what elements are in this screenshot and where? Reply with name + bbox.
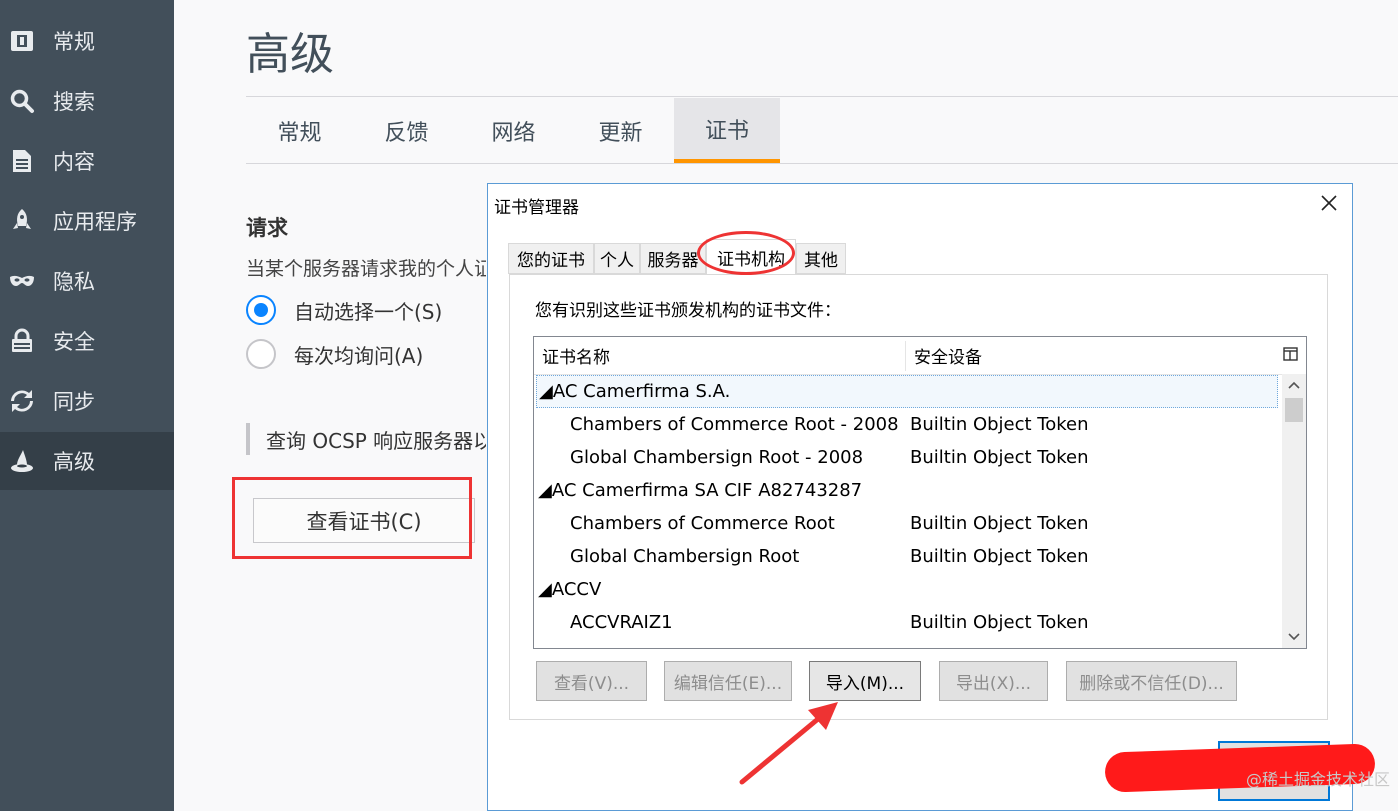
sidebar-item-general[interactable]: 常规 (0, 12, 174, 70)
general-icon (8, 27, 36, 55)
view-button[interactable]: 查看(V)... (536, 661, 647, 701)
cert-device: Builtin Object Token (910, 414, 1089, 435)
tab-network[interactable]: 网络 (460, 98, 567, 163)
delete-distrust-button[interactable]: 删除或不信任(D)... (1066, 661, 1237, 701)
column-picker-button[interactable] (1282, 345, 1300, 363)
tabs-divider-top (246, 96, 1398, 97)
tab-feedback[interactable]: 反馈 (353, 98, 460, 163)
page-title: 高级 (246, 29, 334, 80)
annotation-circle (697, 231, 795, 275)
cert-name: ◢AC Camerfirma SA CIF A82743287 (538, 480, 863, 501)
sidebar-item-label: 高级 (53, 450, 95, 474)
radio-button-checked[interactable] (246, 295, 276, 325)
cert-device: Builtin Object Token (910, 447, 1089, 468)
dialog-tab-servers[interactable]: 服务器 (640, 243, 706, 274)
tree-row[interactable]: Global Chambersign Root Builtin Object T… (534, 540, 1280, 573)
tree-row[interactable]: Chambers of Commerce Root - 2008 Builtin… (534, 408, 1280, 441)
dialog-tab-your-certs[interactable]: 您的证书 (508, 243, 594, 274)
radio-auto-select[interactable]: 自动选择一个(S) (246, 295, 442, 325)
panel-description: 您有识别这些证书颁发机构的证书文件： (535, 301, 841, 321)
cert-name: ACCVRAIZ1 (570, 612, 673, 633)
tree-row[interactable]: Global Chambersign Root - 2008 Builtin O… (534, 441, 1280, 474)
export-button[interactable]: 导出(X)... (939, 661, 1048, 701)
radio-ask-every-time[interactable]: 每次均询问(A) (246, 339, 423, 369)
sidebar-item-label: 隐私 (53, 270, 95, 294)
search-icon (8, 87, 36, 115)
watermark: @稀土掘金技术社区 (1245, 770, 1390, 789)
rocket-icon (8, 207, 36, 235)
tree-row[interactable]: ◢AC Camerfirma S.A. (536, 375, 1278, 408)
tab-certificates[interactable]: 证书 (674, 98, 780, 163)
requests-description: 当某个服务器请求我的个人证书时 (246, 258, 486, 280)
mask-icon (8, 267, 36, 295)
radio-label: 自动选择一个(S) (294, 299, 443, 324)
import-button[interactable]: 导入(M)... (809, 661, 921, 701)
cert-name: ◢AC Camerfirma S.A. (539, 381, 731, 402)
requests-section-title: 请求 (246, 216, 288, 240)
edit-trust-button[interactable]: 编辑信任(E)... (664, 661, 792, 701)
cert-device: Builtin Object Token (910, 546, 1089, 567)
sidebar-item-applications[interactable]: 应用程序 (0, 192, 174, 250)
cert-name: Global Chambersign Root - 2008 (570, 447, 864, 468)
tab-update[interactable]: 更新 (567, 98, 674, 163)
sidebar-item-search[interactable]: 搜索 (0, 72, 174, 130)
sidebar-item-security[interactable]: 安全 (0, 312, 174, 370)
ocsp-checkbox-row[interactable]: 查询 OCSP 响应服务器以确认证书的当前有效性 (246, 423, 486, 455)
column-picker-icon (1283, 347, 1298, 361)
sidebar-item-label: 安全 (53, 330, 95, 354)
tree-row[interactable]: ◢AC Camerfirma SA CIF A82743287 (534, 474, 1280, 507)
sidebar-item-label: 同步 (53, 390, 95, 414)
column-header-device[interactable]: 安全设备 (906, 337, 1276, 374)
sidebar-item-content[interactable]: 内容 (0, 132, 174, 190)
certificate-manager-dialog: 证书管理器 您的证书 个人 服务器 证书机构 其他 您有识别这些证书颁发机构的证… (487, 183, 1353, 811)
cert-name: Chambers of Commerce Root (570, 513, 835, 534)
cert-device: Builtin Object Token (910, 612, 1089, 633)
close-icon (1321, 195, 1337, 211)
sidebar-item-label: 搜索 (53, 90, 95, 114)
scroll-down-button[interactable] (1282, 626, 1306, 648)
tree-row[interactable]: ACCVRAIZ1 Builtin Object Token (534, 606, 1280, 639)
radio-label: 每次均询问(A) (294, 343, 424, 368)
dialog-tab-people[interactable]: 个人 (594, 243, 640, 274)
ocsp-label: 查询 OCSP 响应服务器以确认证书的当前有效性 (266, 428, 486, 453)
sidebar-item-label: 应用程序 (53, 210, 137, 234)
sidebar-item-label: 内容 (53, 150, 95, 174)
sidebar-item-label: 常规 (53, 30, 95, 54)
tree-scrollbar[interactable] (1282, 374, 1306, 648)
cert-name: ◢ACCV (538, 579, 602, 600)
close-button[interactable] (1314, 188, 1344, 218)
document-icon (8, 147, 36, 175)
tab-general[interactable]: 常规 (246, 98, 353, 163)
sidebar-item-advanced[interactable]: 高级 (0, 432, 174, 490)
cert-device: Builtin Object Token (910, 513, 1089, 534)
tree-header: 证书名称 安全设备 (534, 337, 1306, 375)
cert-name: Global Chambersign Root (570, 546, 800, 567)
certificate-tree[interactable]: 证书名称 安全设备 ◢AC Camerfirma S.A. Chambers o… (533, 336, 1307, 649)
scroll-thumb[interactable] (1285, 398, 1303, 422)
tree-row[interactable]: Chambers of Commerce Root Builtin Object… (534, 507, 1280, 540)
sync-icon (8, 387, 36, 415)
dialog-tab-others[interactable]: 其他 (796, 243, 846, 274)
radio-button[interactable] (246, 339, 276, 369)
sidebar: 常规 搜索 内容 应用程序 隐私 安全 同步 高级 (0, 0, 174, 811)
tree-row[interactable]: ◢ACCV (534, 573, 1280, 606)
ocsp-checkbox[interactable] (246, 423, 250, 455)
lock-icon (8, 327, 36, 355)
chevron-down-icon (1288, 633, 1300, 641)
dialog-title: 证书管理器 (494, 198, 579, 218)
cert-name: Chambers of Commerce Root - 2008 (570, 414, 899, 435)
chevron-up-icon (1288, 381, 1300, 389)
tabs-divider-bottom (246, 163, 1398, 164)
sidebar-item-privacy[interactable]: 隐私 (0, 252, 174, 310)
scroll-up-button[interactable] (1282, 374, 1306, 396)
sidebar-item-sync[interactable]: 同步 (0, 372, 174, 430)
wizard-hat-icon (8, 447, 36, 475)
annotation-arrow (739, 702, 838, 785)
column-header-name[interactable]: 证书名称 (534, 337, 905, 374)
annotation-highlight-box (232, 477, 472, 559)
